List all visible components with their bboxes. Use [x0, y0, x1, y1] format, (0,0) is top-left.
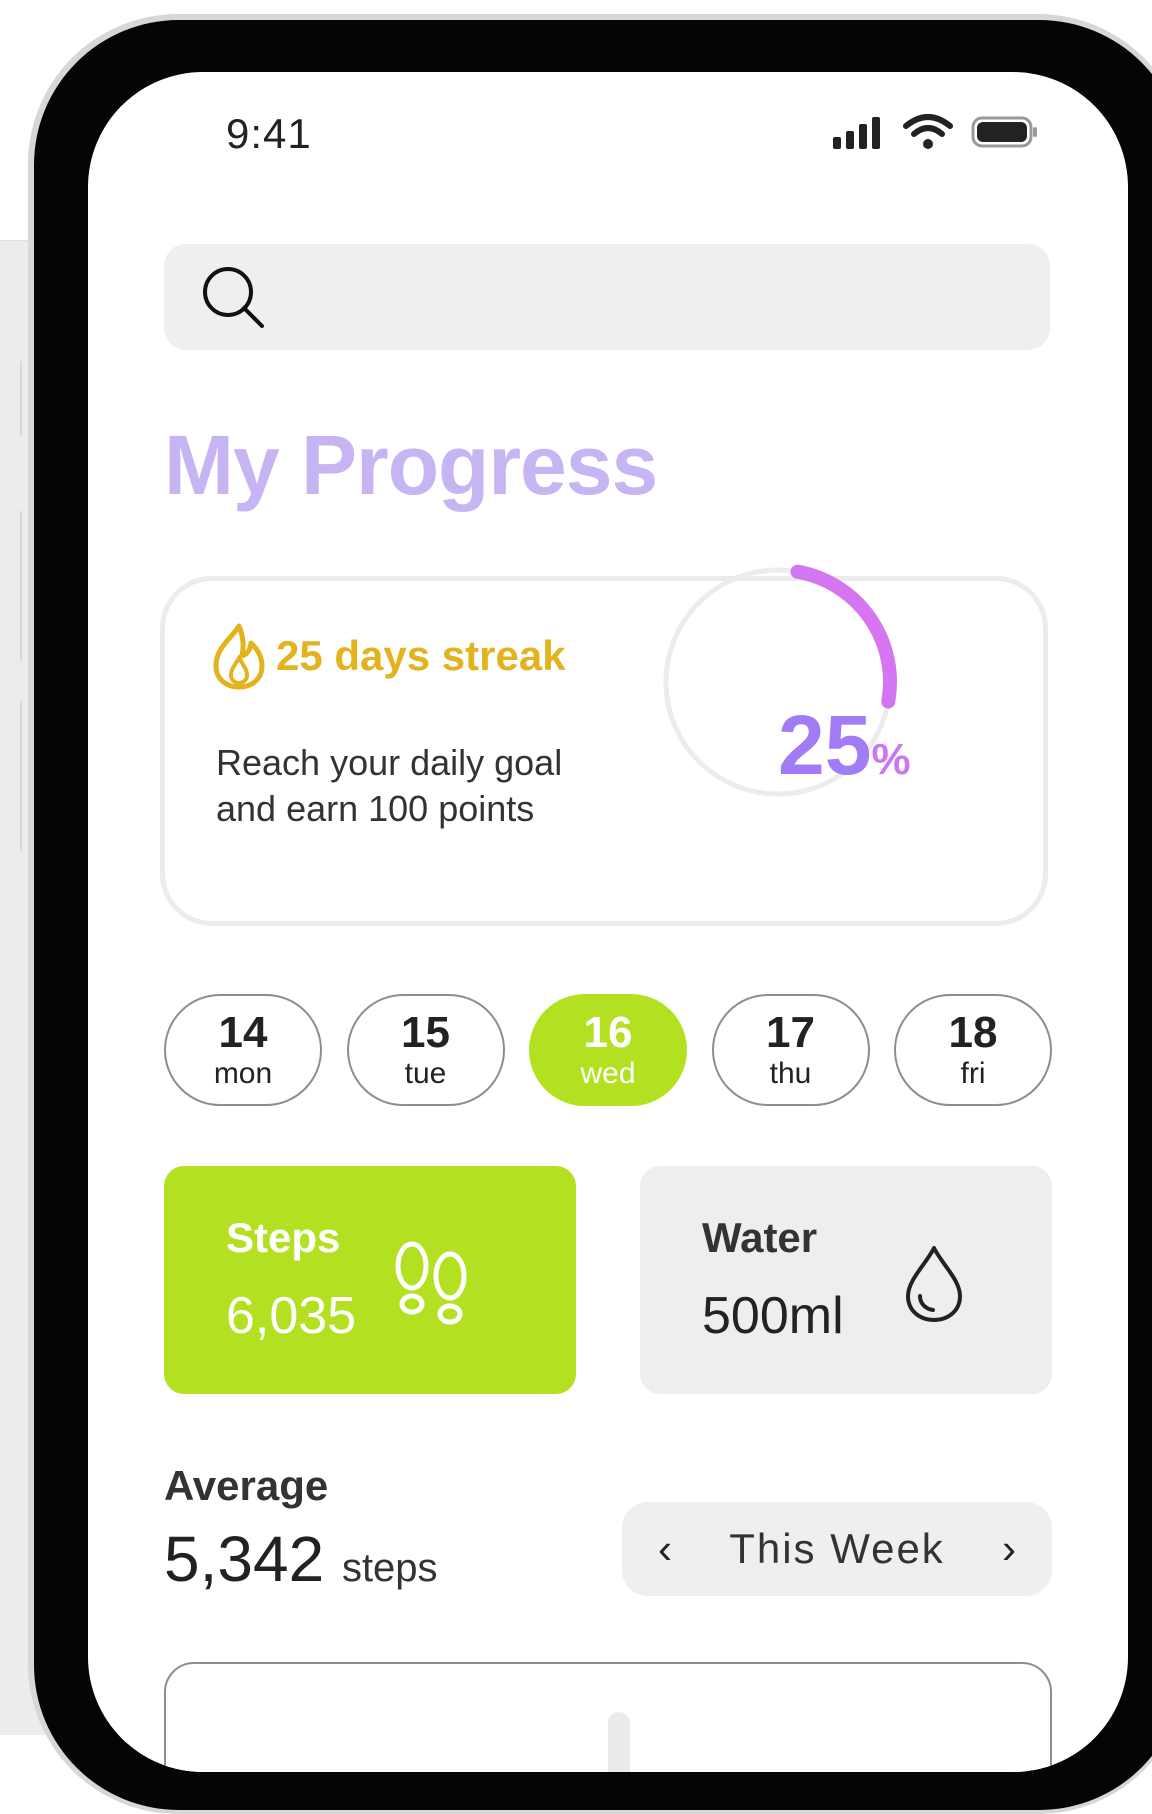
- day-name: mon: [213, 1057, 273, 1090]
- day-name: thu: [769, 1057, 812, 1090]
- day-name: tue: [404, 1057, 447, 1090]
- footsteps-icon: [395, 1241, 467, 1325]
- steps-label: Steps: [226, 1214, 341, 1261]
- day-number: 17: [766, 1008, 815, 1057]
- background-divider: [20, 701, 22, 851]
- page-title: My Progress: [164, 418, 658, 512]
- goal-line-2: and earn 100 points: [216, 788, 535, 829]
- wifi-icon: [903, 114, 953, 149]
- day-number: 14: [218, 1008, 268, 1057]
- water-card[interactable]: Water 500ml: [640, 1166, 1052, 1394]
- steps-value: 6,035: [226, 1287, 357, 1345]
- day-number: 16: [583, 1008, 633, 1057]
- progress-percent-value: 25: [778, 698, 872, 792]
- day-tue[interactable]: 15 tue: [346, 994, 505, 1106]
- status-time: 9:41: [226, 110, 312, 157]
- background-divider: [20, 361, 22, 436]
- background-divider: [20, 511, 22, 661]
- progress-percent-symbol: %: [871, 735, 911, 784]
- steps-card[interactable]: Steps 6,035: [164, 1166, 576, 1394]
- week-label: This Week: [729, 1525, 945, 1572]
- search-icon: [203, 267, 264, 328]
- flame-icon: [213, 623, 265, 690]
- water-value: 500ml: [702, 1287, 844, 1345]
- app-screen: 9:41 My Progress 25 days streak Reach yo…: [88, 72, 1128, 1772]
- day-wed[interactable]: 16 wed: [529, 994, 687, 1106]
- average-value: 5,342: [164, 1523, 325, 1595]
- status-icons: [833, 114, 1039, 150]
- chart-bar: [608, 1712, 630, 1772]
- water-drop-icon: [906, 1246, 962, 1322]
- water-label: Water: [702, 1214, 818, 1261]
- day-selector: 14 mon 15 tue 16 wed 17 thu 18 fri: [164, 994, 1052, 1106]
- day-name: wed: [580, 1057, 636, 1090]
- day-mon[interactable]: 14 mon: [164, 994, 322, 1106]
- average-unit: steps: [341, 1546, 438, 1590]
- goal-description: Reach your daily goal and earn 100 point…: [216, 740, 636, 832]
- chevron-right-icon[interactable]: ›: [1002, 1525, 1016, 1573]
- battery-icon: [971, 116, 1037, 148]
- day-number: 15: [401, 1008, 450, 1057]
- day-number: 18: [948, 1008, 998, 1057]
- day-fri[interactable]: 18 fri: [894, 994, 1052, 1106]
- chevron-left-icon[interactable]: ‹: [658, 1525, 672, 1573]
- streak-label: 25 days streak: [276, 632, 566, 679]
- day-name: fri: [960, 1057, 986, 1090]
- goal-line-1: Reach your daily goal: [216, 742, 563, 783]
- average-steps: 5,342 steps: [164, 1522, 438, 1596]
- search-bar[interactable]: [164, 244, 1050, 350]
- progress-percent: 25%: [778, 697, 911, 794]
- average-label: Average: [164, 1462, 329, 1509]
- week-selector: ‹ This Week ›: [622, 1502, 1052, 1596]
- day-thu[interactable]: 17 thu: [711, 994, 870, 1106]
- signal-icon: [833, 117, 880, 149]
